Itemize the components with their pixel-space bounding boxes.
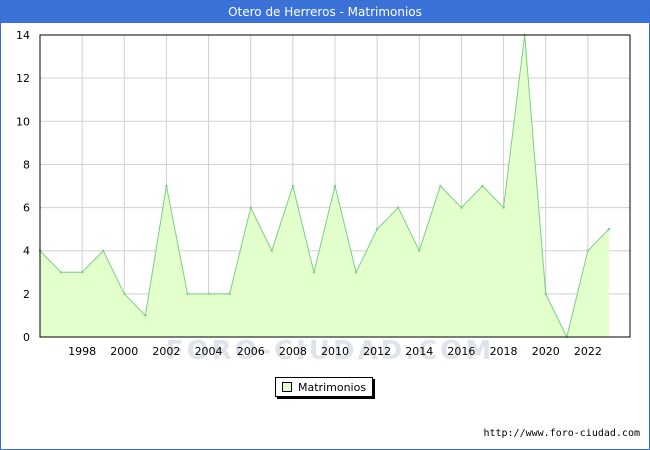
data-point: [80, 271, 84, 274]
data-point: [228, 292, 231, 296]
data-point: [439, 184, 442, 188]
data-point: [102, 249, 105, 252]
y-tick-label: 12: [16, 72, 30, 85]
data-point: [291, 184, 295, 188]
y-tick-label: 14: [16, 29, 30, 42]
data-point: [165, 184, 168, 188]
data-point: [460, 206, 463, 209]
x-tick-label: 2022: [574, 345, 602, 358]
legend: Matrimonios: [275, 377, 374, 397]
data-point: [207, 292, 210, 296]
x-tick-label: 2008: [279, 345, 307, 358]
y-tick-label: 6: [23, 202, 30, 215]
data-point: [481, 184, 484, 188]
legend-swatch: [282, 382, 292, 392]
data-point: [144, 314, 147, 317]
data-point: [418, 249, 421, 252]
data-point: [502, 206, 505, 209]
data-point: [586, 249, 590, 252]
source-url: http://www.foro-ciudad.com: [483, 428, 640, 439]
x-tick-label: 2016: [447, 345, 475, 358]
data-point: [249, 206, 252, 209]
x-tick-label: 2018: [490, 345, 518, 358]
y-tick-label: 8: [23, 158, 30, 171]
data-point: [186, 292, 189, 296]
data-point: [270, 249, 273, 252]
x-tick-label: 1998: [68, 345, 96, 358]
y-tick-label: 0: [23, 331, 30, 344]
x-tick-label: 2006: [237, 345, 265, 358]
x-tick-label: 2002: [152, 345, 180, 358]
x-tick-label: 2000: [110, 345, 138, 358]
data-point: [333, 184, 337, 188]
data-point: [59, 271, 63, 274]
x-tick-label: 2012: [363, 345, 391, 358]
data-point: [607, 227, 611, 231]
data-point: [544, 292, 547, 296]
data-point: [397, 206, 400, 209]
x-tick-label: 2014: [405, 345, 433, 358]
data-point: [375, 227, 379, 231]
x-tick-label: 2010: [321, 345, 349, 358]
data-point: [123, 292, 126, 296]
data-point: [312, 271, 316, 274]
data-point: [354, 271, 358, 274]
x-tick-label: 2004: [195, 345, 223, 358]
y-tick-label: 4: [23, 245, 30, 258]
x-tick-label: 2020: [532, 345, 560, 358]
y-tick-label: 10: [16, 115, 30, 128]
y-tick-label: 2: [23, 288, 30, 301]
legend-label: Matrimonios: [298, 380, 367, 394]
